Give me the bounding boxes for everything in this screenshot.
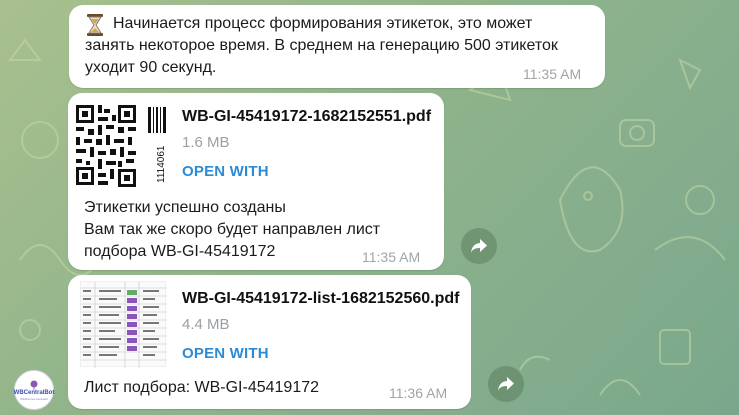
thumbnail-code: 1114061 — [156, 145, 167, 183]
caption-line: Лист подбора: WB-GI-45419172 — [84, 379, 320, 396]
share-arrow-icon — [471, 239, 487, 253]
file-size: 1.6 MB — [182, 134, 230, 151]
avatar-subtitle: Wildberries Assistant — [20, 396, 48, 401]
message-caption: Лист подбора: WB-GI-45419172 — [84, 377, 319, 399]
document-preview-icon — [81, 282, 167, 368]
message-time: 11:36 AM — [389, 385, 448, 401]
share-arrow-icon — [498, 377, 514, 391]
message-bubble-2: 1114061 WB-GI-45419172-1682152551.pdf 1.… — [68, 93, 444, 270]
message-caption: Этикетки успешно созданы Вам так же скор… — [84, 197, 380, 263]
caption-line: Этикетки успешно созданы — [84, 199, 286, 216]
message-line: занять некоторое время. В среднем на ген… — [85, 37, 558, 54]
caption-line: Вам так же скоро будет направлен лист — [84, 221, 381, 238]
file-name[interactable]: WB-GI-45419172-1682152551.pdf — [182, 108, 431, 126]
message-bubble-1: Начинается процесс формирования этикеток… — [69, 5, 605, 88]
message-line: уходит 90 секунд. — [85, 59, 217, 76]
bot-avatar[interactable]: WBCentralBot Wildberries Assistant — [14, 370, 54, 410]
file-size: 4.4 MB — [182, 316, 230, 333]
share-button[interactable] — [488, 366, 524, 402]
message-time: 11:35 AM — [523, 66, 582, 82]
file-thumbnail[interactable]: 1114061 — [74, 103, 174, 187]
message-text: Начинается процесс формирования этикеток… — [85, 13, 597, 79]
message-bubble-3: WB-GI-45419172-list-1682152560.pdf 4.4 M… — [68, 275, 471, 409]
file-name[interactable]: WB-GI-45419172-list-1682152560.pdf — [182, 290, 459, 308]
message-line: Начинается процесс формирования этикеток… — [113, 15, 533, 32]
balloon-icon — [30, 380, 38, 390]
open-with-button[interactable]: OPEN WITH — [182, 163, 269, 180]
share-button[interactable] — [461, 228, 497, 264]
caption-line: подбора WB-GI-45419172 — [84, 243, 276, 260]
avatar-name: WBCentralBot — [13, 389, 55, 396]
open-with-button[interactable]: OPEN WITH — [182, 345, 269, 362]
file-thumbnail[interactable] — [80, 281, 167, 368]
message-time: 11:35 AM — [362, 249, 421, 265]
